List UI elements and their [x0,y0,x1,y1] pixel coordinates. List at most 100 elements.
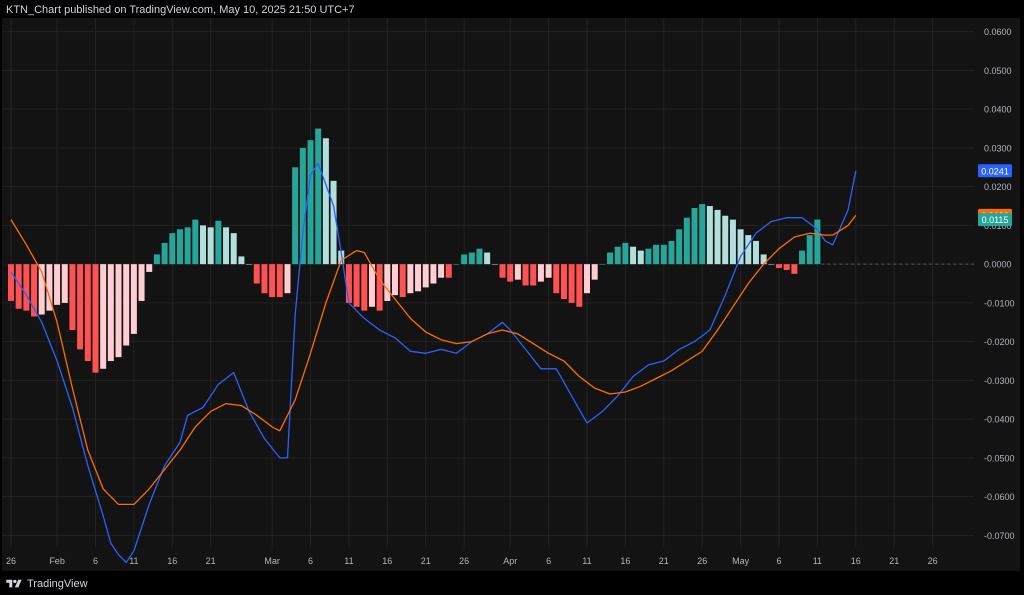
histogram-bar [806,235,813,265]
x-tick-label: 11 [129,556,138,566]
histogram-bar [584,264,590,294]
histogram-bar [54,264,61,305]
histogram-bar [153,254,160,265]
x-tick-label: 6 [308,556,313,566]
histogram-bar [614,246,621,265]
x-tick-label: 26 [6,556,16,566]
histogram-bar [545,264,552,278]
y-tick-label: -0.0700 [984,531,1015,541]
histogram-bar [783,264,790,270]
x-tick-label: 16 [620,556,630,566]
x-tick-label: 26 [928,556,938,566]
histogram-bar [607,252,614,265]
price-label-text: 0.0115 [982,215,1009,225]
histogram-bar [307,140,314,265]
histogram-bar [292,167,299,265]
x-tick-label: 26 [459,556,469,566]
histogram-bar [384,264,391,301]
histogram-bar [392,264,398,296]
histogram-bar [484,252,491,265]
x-tick-label: Apr [503,556,517,566]
histogram-bar [169,233,176,265]
histogram-bar [537,264,544,282]
histogram-bar [230,233,237,265]
histogram-bar [660,244,667,265]
histogram-bar [184,227,191,265]
histogram-bar [714,209,721,265]
histogram-bar [215,220,222,265]
histogram-bar [499,264,506,278]
histogram-bar [468,252,475,265]
histogram-bar [752,240,759,265]
histogram-bar [284,264,291,294]
histogram-bar [676,229,683,265]
histogram-bar [146,264,153,272]
histogram-bar [8,264,14,301]
histogram-bar [77,264,84,350]
histogram-bar [322,138,329,265]
price-label-text: 0.0241 [981,166,1009,176]
x-tick-label: 11 [813,556,822,566]
histogram-bar [253,264,260,284]
histogram-bar [645,248,652,265]
y-tick-label: 0.0000 [984,260,1012,270]
x-tick-label: 16 [382,556,392,566]
histogram-bar [453,264,460,265]
footer[interactable]: TradingView [6,577,88,591]
x-tick-label: 21 [659,556,669,566]
histogram-bar [407,264,414,294]
histogram-bar [722,215,729,265]
histogram-bar [476,248,483,265]
x-tick-label: 21 [206,556,216,566]
histogram-layer [8,128,821,373]
y-tick-label: -0.0300 [984,376,1015,386]
x-tick-label: 11 [344,556,353,566]
histogram-bar [791,264,798,274]
histogram-bar [207,227,214,265]
x-tick-label: 6 [776,556,781,566]
histogram-bar [69,264,76,331]
lines-layer [10,162,857,564]
histogram-bar [691,207,698,265]
x-tick-label: 26 [697,556,707,566]
histogram-bar [269,264,276,298]
tradingview-logo-icon [6,579,22,588]
histogram-bar [622,242,629,265]
y-tick-label: 0.0400 [984,105,1012,115]
chart-frame[interactable]: 0.06000.05000.04000.03000.02000.01000.00… [2,18,1020,571]
histogram-bar [461,254,468,265]
y-tick-label: -0.0200 [984,337,1015,347]
grid-layer [2,18,974,547]
histogram-bar [438,264,445,278]
histogram-bar [507,264,514,282]
x-tick-label: 11 [582,556,591,566]
histogram-bar [353,264,360,307]
y-axis: 0.06000.05000.04000.03000.02000.01000.00… [984,27,1015,541]
histogram-bar [299,147,306,265]
x-axis: 26 Feb 6 11 16 21 Mar 6 11 16 21 26 Apr 6 11 16 21 26 May 6… [6,556,938,566]
histogram-bar [376,264,383,311]
macd-chart[interactable]: 0.06000.05000.04000.03000.02000.01000.00… [2,18,1020,571]
histogram-bar [653,244,660,265]
histogram-bar [445,264,452,278]
histogram-bar [530,264,537,286]
y-tick-label: -0.0100 [984,298,1015,308]
chart-header: KTN_Chart published on TradingView.com, … [6,4,355,16]
histogram-bar [100,264,107,369]
histogram-bar [591,264,598,280]
histogram-bar [345,264,352,303]
histogram-bar [560,264,567,300]
histogram-bar [315,128,322,265]
histogram-bar [814,219,821,265]
histogram-bar [399,264,406,298]
x-tick-label: Mar [264,556,280,566]
histogram-bar [522,264,529,286]
histogram-bar [61,264,68,303]
histogram-bar [176,229,183,265]
y-tick-label: -0.0600 [984,492,1015,502]
histogram-bar [514,264,521,280]
histogram-bar [361,264,368,311]
histogram-bar [107,264,114,362]
footer-brand: TradingView [27,578,88,590]
histogram-bar [192,219,199,265]
